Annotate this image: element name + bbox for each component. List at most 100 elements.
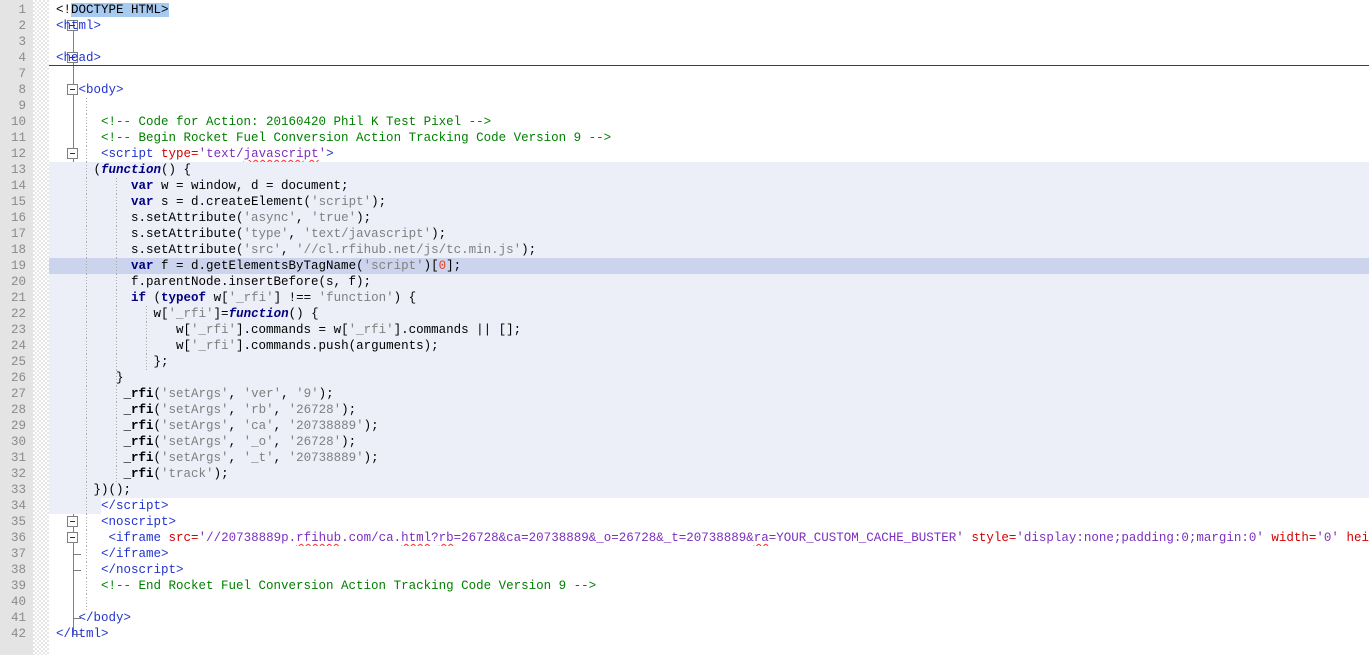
line-number: 26	[0, 370, 33, 386]
code-line-text[interactable]: </html>	[49, 626, 1369, 642]
code-line-text[interactable]: var w = window, d = document;	[49, 178, 1369, 194]
code-line-text[interactable]: }	[49, 370, 1369, 386]
code-line-text[interactable]	[49, 34, 1369, 50]
code-line-10[interactable]: 10 <!-- Code for Action: 20160420 Phil K…	[0, 114, 1369, 130]
token: ) {	[394, 291, 417, 305]
code-line-25[interactable]: 25 };	[0, 354, 1369, 370]
code-line-text[interactable]: s.setAttribute('async', 'true');	[49, 210, 1369, 226]
code-line-2[interactable]: 2<html>	[0, 18, 1369, 34]
code-line-41[interactable]: 41 </body>	[0, 610, 1369, 626]
code-line-text[interactable]: w['_rfi'].commands = w['_rfi'].commands …	[49, 322, 1369, 338]
code-line-text[interactable]: <noscript>	[49, 514, 1369, 530]
code-line-1[interactable]: 1<!DOCTYPE HTML>	[0, 2, 1369, 18]
code-line-42[interactable]: 42</html>	[0, 626, 1369, 642]
token: ?	[431, 531, 439, 545]
code-line-24[interactable]: 24 w['_rfi'].commands.push(arguments);	[0, 338, 1369, 354]
line-number: 7	[0, 66, 33, 82]
code-line-text[interactable]: _rfi('setArgs', '_o', '26728');	[49, 434, 1369, 450]
code-line-text[interactable]: </script>	[49, 498, 1369, 514]
code-line-21[interactable]: 21 if (typeof w['_rfi'] !== 'function') …	[0, 290, 1369, 306]
code-line-40[interactable]: 40	[0, 594, 1369, 610]
code-line-text[interactable]: <iframe src='//20738889p.rfihub.com/ca.h…	[49, 530, 1369, 546]
code-line-34[interactable]: 34 </script>	[0, 498, 1369, 514]
code-line-32[interactable]: 32 _rfi('track');	[0, 466, 1369, 482]
fold-margin-cell	[33, 354, 49, 370]
code-line-11[interactable]: 11 <!-- Begin Rocket Fuel Conversion Act…	[0, 130, 1369, 146]
code-line-text[interactable]: _rfi('setArgs', 'rb', '26728');	[49, 402, 1369, 418]
code-line-17[interactable]: 17 s.setAttribute('type', 'text/javascri…	[0, 226, 1369, 242]
code-line-text[interactable]: <html>	[49, 18, 1369, 34]
code-line-text[interactable]: <!-- Code for Action: 20160420 Phil K Te…	[49, 114, 1369, 130]
code-editor[interactable]: 1<!DOCTYPE HTML>2<html>34<head>78 <body>…	[0, 0, 1369, 655]
code-line-12[interactable]: 12 <script type='text/javascript'>	[0, 146, 1369, 162]
token: (	[146, 291, 161, 305]
code-line-text[interactable]: </body>	[49, 610, 1369, 626]
code-line-28[interactable]: 28 _rfi('setArgs', 'rb', '26728');	[0, 402, 1369, 418]
token	[56, 531, 109, 545]
code-line-29[interactable]: 29 _rfi('setArgs', 'ca', '20738889');	[0, 418, 1369, 434]
code-line-text[interactable]: _rfi('setArgs', '_t', '20738889');	[49, 450, 1369, 466]
code-line-26[interactable]: 26 }	[0, 370, 1369, 386]
code-line-text[interactable]: <script type='text/javascript'>	[49, 146, 1369, 162]
code-line-text[interactable]: </iframe>	[49, 546, 1369, 562]
token: ,	[281, 243, 296, 257]
token	[56, 451, 124, 465]
code-line-text[interactable]: </noscript>	[49, 562, 1369, 578]
code-line-3[interactable]: 3	[0, 34, 1369, 50]
token	[56, 195, 131, 209]
code-line-text[interactable]: <!-- Begin Rocket Fuel Conversion Action…	[49, 130, 1369, 146]
code-line-8[interactable]: 8 <body>	[0, 82, 1369, 98]
code-line-text[interactable]: _rfi('setArgs', 'ca', '20738889');	[49, 418, 1369, 434]
code-line-text[interactable]: w['_rfi']=function() {	[49, 306, 1369, 322]
code-line-text[interactable]: s.setAttribute('src', '//cl.rfihub.net/j…	[49, 242, 1369, 258]
code-line-text[interactable]: if (typeof w['_rfi'] !== 'function') {	[49, 290, 1369, 306]
code-line-text[interactable]: <body>	[49, 82, 1369, 98]
token: s.setAttribute(	[56, 211, 244, 225]
code-line-9[interactable]: 9	[0, 98, 1369, 114]
code-line-text[interactable]	[49, 66, 1369, 82]
code-line-text[interactable]: <head>	[49, 50, 1369, 66]
code-line-text[interactable]: };	[49, 354, 1369, 370]
code-line-38[interactable]: 38 </noscript>	[0, 562, 1369, 578]
code-line-37[interactable]: 37 </iframe>	[0, 546, 1369, 562]
code-line-15[interactable]: 15 var s = d.createElement('script');	[0, 194, 1369, 210]
code-line-23[interactable]: 23 w['_rfi'].commands = w['_rfi'].comman…	[0, 322, 1369, 338]
code-line-16[interactable]: 16 s.setAttribute('async', 'true');	[0, 210, 1369, 226]
code-line-text[interactable]	[49, 594, 1369, 610]
code-line-text[interactable]: (function() {	[49, 162, 1369, 178]
code-line-27[interactable]: 27 _rfi('setArgs', 'ver', '9');	[0, 386, 1369, 402]
code-line-14[interactable]: 14 var w = window, d = document;	[0, 178, 1369, 194]
token: 'rb'	[244, 403, 274, 417]
code-line-31[interactable]: 31 _rfi('setArgs', '_t', '20738889');	[0, 450, 1369, 466]
code-line-text[interactable]	[49, 98, 1369, 114]
code-line-text[interactable]: f.parentNode.insertBefore(s, f);	[49, 274, 1369, 290]
code-line-text[interactable]: <!DOCTYPE HTML>	[49, 2, 1369, 18]
token: ].commands.push(arguments);	[236, 339, 439, 353]
code-line-20[interactable]: 20 f.parentNode.insertBefore(s, f);	[0, 274, 1369, 290]
token: .com/ca.	[341, 531, 401, 545]
code-line-39[interactable]: 39 <!-- End Rocket Fuel Conversion Actio…	[0, 578, 1369, 594]
code-line-7[interactable]: 7	[0, 66, 1369, 82]
code-line-text[interactable]: <!-- End Rocket Fuel Conversion Action T…	[49, 578, 1369, 594]
code-line-text[interactable]: var s = d.createElement('script');	[49, 194, 1369, 210]
code-line-19[interactable]: 19 var f = d.getElementsByTagName('scrip…	[0, 258, 1369, 274]
line-number: 30	[0, 434, 33, 450]
code-line-text[interactable]: _rfi('setArgs', 'ver', '9');	[49, 386, 1369, 402]
token: ,	[274, 435, 289, 449]
token: () {	[161, 163, 191, 177]
code-line-22[interactable]: 22 w['_rfi']=function() {	[0, 306, 1369, 322]
token: );	[341, 403, 356, 417]
code-line-text[interactable]: var f = d.getElementsByTagName('script')…	[49, 258, 1369, 274]
code-line-13[interactable]: 13 (function() {	[0, 162, 1369, 178]
code-line-35[interactable]: 35 <noscript>	[0, 514, 1369, 530]
code-line-text[interactable]: w['_rfi'].commands.push(arguments);	[49, 338, 1369, 354]
code-line-4[interactable]: 4<head>	[0, 50, 1369, 66]
code-line-text[interactable]: })();	[49, 482, 1369, 498]
code-line-36[interactable]: 36 <iframe src='//20738889p.rfihub.com/c…	[0, 530, 1369, 546]
code-line-text[interactable]: s.setAttribute('type', 'text/javascript'…	[49, 226, 1369, 242]
code-line-text[interactable]: _rfi('track');	[49, 466, 1369, 482]
code-line-30[interactable]: 30 _rfi('setArgs', '_o', '26728');	[0, 434, 1369, 450]
token: if	[131, 291, 146, 305]
code-line-33[interactable]: 33 })();	[0, 482, 1369, 498]
code-line-18[interactable]: 18 s.setAttribute('src', '//cl.rfihub.ne…	[0, 242, 1369, 258]
